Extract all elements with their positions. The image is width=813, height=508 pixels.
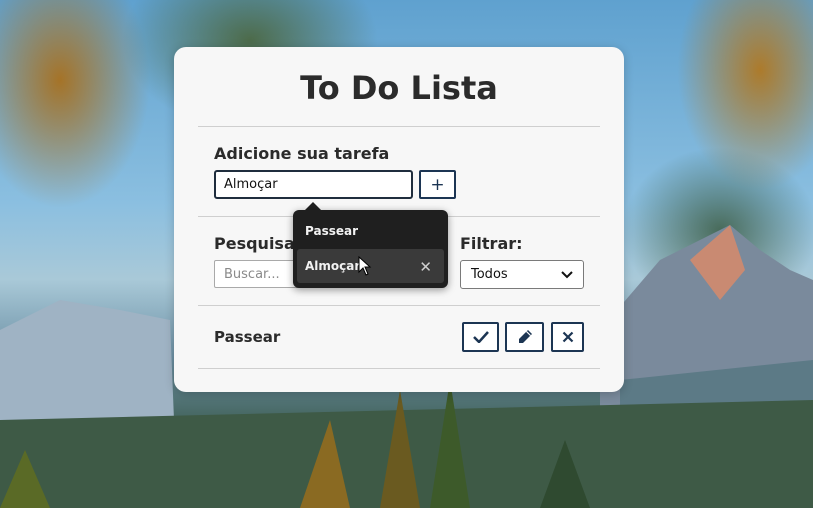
divider	[198, 305, 600, 306]
filter-select-value: Todos	[471, 267, 508, 282]
divider	[198, 368, 600, 369]
mouse-cursor-icon	[358, 256, 372, 276]
check-icon	[472, 331, 489, 343]
edit-todo-button[interactable]	[505, 322, 544, 352]
todo-item-title: Passear	[214, 328, 281, 346]
filter-label: Filtrar:	[460, 234, 523, 253]
autocomplete-option[interactable]: Passear	[297, 214, 444, 248]
add-task-button[interactable]: +	[419, 170, 456, 199]
close-icon	[562, 331, 573, 343]
filter-select[interactable]: Todos	[460, 260, 584, 289]
page-title: To Do Lista	[300, 69, 498, 107]
search-label: Pesquisa	[214, 234, 295, 253]
pencil-icon	[518, 330, 532, 343]
autocomplete-option-label: Almoçar	[305, 259, 361, 273]
search-input[interactable]	[214, 260, 299, 288]
complete-todo-button[interactable]	[462, 322, 499, 352]
divider	[198, 126, 600, 127]
remove-suggestion-icon[interactable]: ✕	[419, 258, 432, 276]
chevron-down-icon	[561, 270, 573, 278]
add-task-input[interactable]	[214, 170, 413, 199]
autocomplete-dropdown: Passear Almoçar ✕	[293, 210, 448, 288]
autocomplete-option-label: Passear	[305, 224, 359, 238]
delete-todo-button[interactable]	[551, 322, 584, 352]
add-task-label: Adicione sua tarefa	[214, 144, 390, 163]
